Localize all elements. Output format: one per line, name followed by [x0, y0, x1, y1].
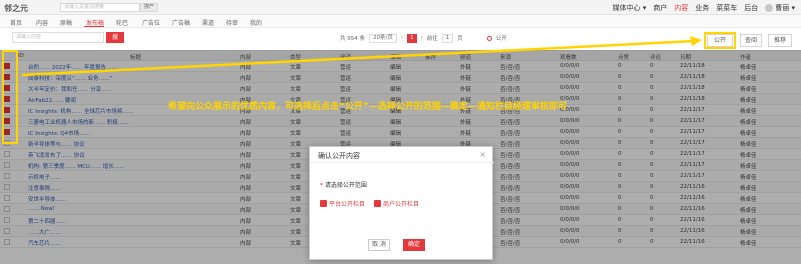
close-icon[interactable]: ×: [479, 150, 486, 159]
required-mark: *: [320, 182, 323, 189]
annotation-text: 希望向公众展示的优质内容，可选择后点击“公开”—选择公开的范围—确定—通知栏目经…: [168, 102, 567, 112]
dialog-header: 确认公开内容 ×: [310, 147, 494, 163]
option-merchant[interactable]: 商户公开栏目: [374, 199, 419, 208]
option-platform-label: 平台公开栏目: [329, 201, 366, 208]
confirm-button[interactable]: 确定: [403, 239, 425, 251]
checkbox-checked-icon[interactable]: [320, 200, 327, 207]
option-merchant-label: 商户公开栏目: [383, 201, 420, 208]
range-label: * 请选择公开范围: [320, 180, 367, 189]
range-label-text: 请选择公开范围: [324, 182, 367, 189]
dialog-title: 确认公开内容: [318, 152, 360, 160]
checkbox-checked-icon[interactable]: [374, 200, 381, 207]
confirm-public-dialog: 确认公开内容 × * 请选择公开范围 平台公开栏目 商户公开栏目 取 消 确定: [309, 146, 494, 260]
cancel-button[interactable]: 取 消: [368, 239, 390, 251]
option-platform[interactable]: 平台公开栏目: [320, 199, 365, 208]
